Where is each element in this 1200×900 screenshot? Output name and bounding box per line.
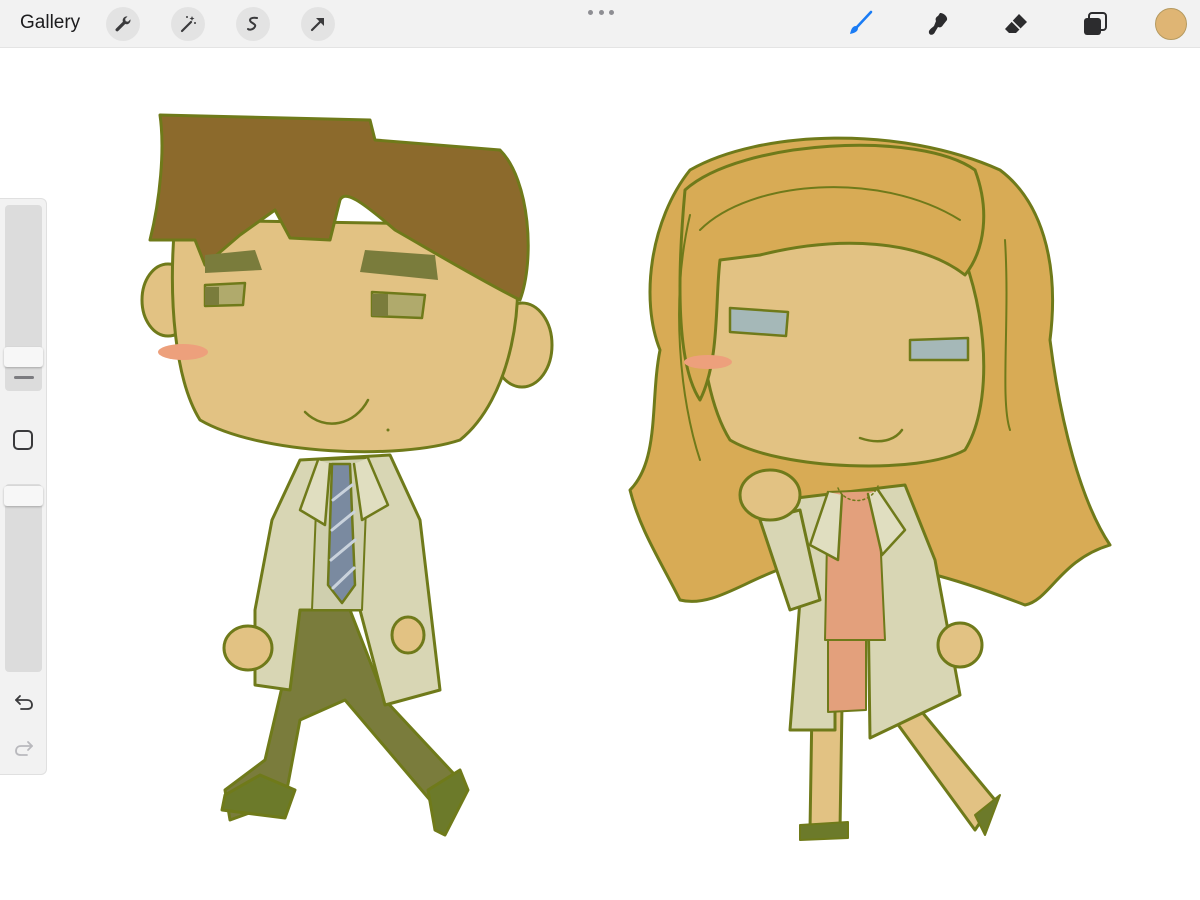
grip-dot: [588, 9, 593, 15]
opacity-slider[interactable]: [5, 484, 42, 672]
top-toolbar: Gallery: [0, 0, 1200, 48]
smudge-tool-button[interactable]: [920, 6, 956, 42]
left-eye-right-character: [728, 306, 790, 338]
smudge-icon: [928, 13, 948, 35]
redo-button[interactable]: [12, 738, 36, 758]
actions-button[interactable]: [106, 7, 140, 41]
redo-icon: [15, 741, 33, 756]
grip-dot: [598, 9, 604, 15]
brush-size-thumb[interactable]: [4, 347, 43, 367]
right-hand: [390, 615, 426, 655]
color-picker-button[interactable]: [1155, 8, 1187, 40]
left-hand: [222, 624, 274, 672]
left-shoe-right-character: [799, 821, 849, 841]
layers-icon: [1084, 12, 1107, 35]
selection-icon: [247, 16, 258, 31]
sidebar: [0, 198, 47, 775]
raised-fist: [738, 468, 802, 522]
opacity-thumb[interactable]: [4, 486, 43, 506]
drawing-canvas[interactable]: [48, 49, 1200, 900]
right-eye-right-character: [908, 336, 970, 362]
transform-arrow-icon: [310, 18, 324, 32]
layers-button[interactable]: [1077, 6, 1113, 42]
adjustments-button[interactable]: [171, 7, 205, 41]
brush-icon: [850, 10, 873, 34]
skirt: [827, 639, 867, 713]
eraser-icon: [1005, 14, 1027, 33]
right-character: [628, 136, 1112, 841]
brush-tool-button[interactable]: [842, 6, 878, 42]
left-character: [140, 113, 554, 837]
blush-right-character: [684, 355, 732, 369]
selection-button[interactable]: [236, 7, 270, 41]
slider-divider: [14, 376, 34, 379]
blush: [158, 344, 208, 360]
modify-button[interactable]: [13, 430, 33, 450]
drag-handle[interactable]: [588, 8, 614, 16]
undo-icon: [15, 695, 33, 710]
eraser-tool-button[interactable]: [998, 6, 1034, 42]
lower-hand: [936, 621, 984, 669]
wrench-icon: [115, 16, 131, 32]
magic-wand-icon: [180, 16, 196, 33]
transform-button[interactable]: [301, 7, 335, 41]
gallery-button[interactable]: Gallery: [20, 12, 80, 34]
grip-dot: [609, 9, 614, 15]
artwork: [140, 113, 1112, 841]
undo-button[interactable]: [12, 692, 36, 712]
